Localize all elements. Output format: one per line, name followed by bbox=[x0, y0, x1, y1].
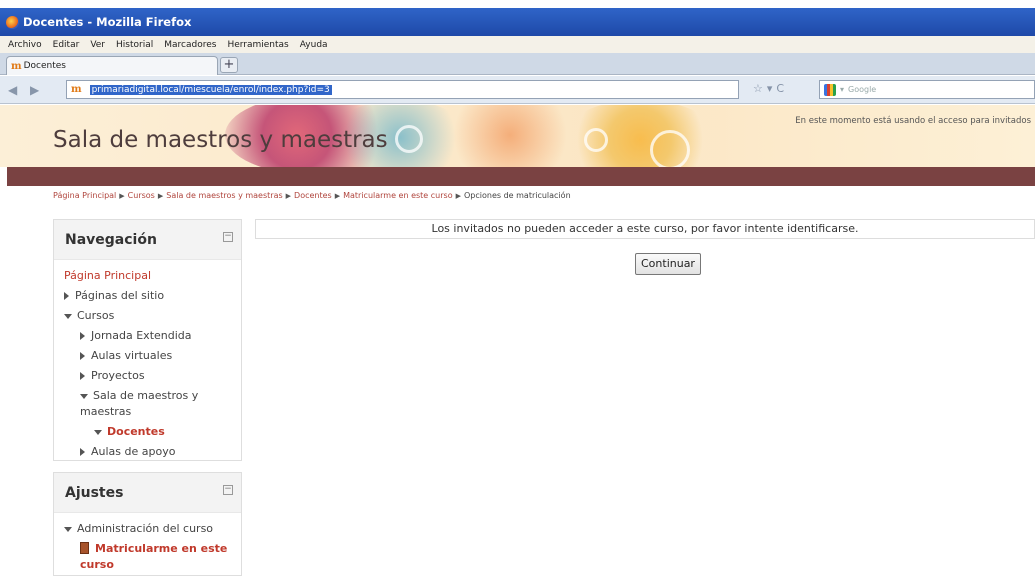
breadcrumb: Página Principal ▶ Cursos ▶ Sala de maestros… bbox=[53, 191, 571, 200]
guest-access-notice: Los invitados no pueden acceder a este c… bbox=[255, 219, 1035, 239]
menu-herramientas[interactable]: Herramientas bbox=[227, 40, 288, 50]
breadcrumb-enrol[interactable]: Matricularme en este curso bbox=[343, 191, 453, 200]
menu-bar: Archivo Editar Ver Historial Marcadores … bbox=[0, 36, 1035, 53]
collapse-block-icon[interactable]: − bbox=[223, 232, 233, 242]
breadcrumb-separator-icon: ▶ bbox=[334, 192, 341, 200]
nav-item-extended[interactable]: Jornada Extendida bbox=[64, 326, 241, 346]
nav-home-link[interactable]: Página Principal bbox=[64, 266, 241, 286]
nav-item-label: Sala de maestros y maestras bbox=[80, 389, 199, 418]
nav-item-site-pages[interactable]: Páginas del sitio bbox=[64, 286, 241, 306]
breadcrumb-teachers-room[interactable]: Sala de maestros y maestras bbox=[166, 191, 282, 200]
settings-item-course-admin[interactable]: Administración del curso bbox=[64, 519, 241, 539]
url-text: primariadigital.local/miescuela/enrol/in… bbox=[89, 84, 332, 95]
settings-tree: Administración del curso Matricularme en… bbox=[54, 513, 241, 575]
breadcrumb-separator-icon: ▶ bbox=[119, 192, 125, 200]
nav-item-teachers-room[interactable]: Sala de maestros y maestras bbox=[64, 386, 214, 422]
menu-historial[interactable]: Historial bbox=[116, 40, 153, 50]
navigation-block-header: Navegación − bbox=[54, 220, 241, 260]
expand-arrow-icon bbox=[80, 448, 85, 456]
guest-login-note: En este momento está usando el acceso pa… bbox=[795, 116, 1031, 126]
expand-arrow-icon bbox=[80, 332, 85, 340]
site-title: Sala de maestros y maestras bbox=[53, 127, 388, 153]
search-engine-dropdown-icon[interactable]: ▾ bbox=[840, 85, 844, 94]
site-identity-icon: m bbox=[71, 84, 82, 95]
breadcrumb-separator-icon: ▶ bbox=[157, 192, 164, 200]
expand-arrow-icon bbox=[64, 292, 69, 300]
breadcrumb-courses[interactable]: Cursos bbox=[128, 191, 155, 200]
expand-arrow-icon bbox=[80, 372, 85, 380]
collapse-arrow-icon bbox=[94, 429, 102, 435]
header-swirl bbox=[584, 128, 608, 152]
back-icon[interactable]: ◀ bbox=[8, 83, 17, 97]
nav-item-label: Aulas de apoyo bbox=[91, 445, 176, 458]
nav-item-label: Aulas virtuales bbox=[91, 349, 173, 362]
navigation-tree: Página Principal Páginas del sitio Curso… bbox=[54, 260, 241, 462]
header-swirl bbox=[395, 125, 423, 153]
nav-item-label: Proyectos bbox=[91, 369, 145, 382]
window-title-bar: Docentes - Mozilla Firefox bbox=[0, 8, 1035, 36]
new-tab-button[interactable]: + bbox=[220, 57, 238, 73]
expand-arrow-icon bbox=[80, 352, 85, 360]
nav-item-label: Cursos bbox=[77, 309, 115, 322]
dropdown-arrow-icon[interactable]: ▾ bbox=[767, 82, 773, 95]
tab-label: Docentes bbox=[23, 61, 66, 71]
search-input[interactable]: ▾ Google bbox=[819, 80, 1035, 99]
settings-item-label: Administración del curso bbox=[77, 522, 214, 535]
menu-ayuda[interactable]: Ayuda bbox=[300, 40, 328, 50]
breadcrumb-separator-icon: ▶ bbox=[455, 192, 461, 200]
search-placeholder: Google bbox=[848, 85, 877, 94]
settings-item-label: Matricularme en este curso bbox=[80, 542, 228, 571]
nav-item-projects[interactable]: Proyectos bbox=[64, 366, 241, 386]
breadcrumb-current: Opciones de matriculación bbox=[463, 191, 571, 200]
breadcrumb-docentes[interactable]: Docentes bbox=[294, 191, 332, 200]
settings-item-enrol-me[interactable]: Matricularme en este curso bbox=[64, 539, 234, 575]
menu-marcadores[interactable]: Marcadores bbox=[164, 40, 216, 50]
continue-button[interactable]: Continuar bbox=[635, 253, 701, 275]
header-swirl bbox=[650, 130, 690, 167]
settings-block-header: Ajustes − bbox=[54, 473, 241, 513]
menu-ver[interactable]: Ver bbox=[90, 40, 105, 50]
url-bar-actions: ☆ ▾ C bbox=[753, 82, 784, 95]
breadcrumb-home[interactable]: Página Principal bbox=[53, 191, 116, 200]
nav-item-virtual[interactable]: Aulas virtuales bbox=[64, 346, 241, 366]
tab-strip: m Docentes + bbox=[0, 53, 1035, 75]
menu-archivo[interactable]: Archivo bbox=[8, 40, 42, 50]
collapse-arrow-icon bbox=[64, 526, 72, 532]
settings-block: Ajustes − Administración del curso Matri… bbox=[53, 472, 242, 576]
tab-docentes[interactable]: m Docentes bbox=[6, 56, 218, 75]
nav-item-docentes[interactable]: Docentes bbox=[64, 422, 241, 442]
reload-icon[interactable]: C bbox=[776, 82, 784, 95]
nav-item-label: Jornada Extendida bbox=[91, 329, 192, 342]
window-title: Docentes - Mozilla Firefox bbox=[23, 15, 192, 29]
header-decoration bbox=[440, 105, 580, 167]
navigation-block-title: Navegación bbox=[65, 232, 157, 248]
menu-editar[interactable]: Editar bbox=[53, 40, 80, 50]
nav-item-label: Docentes bbox=[107, 425, 165, 438]
navigation-block: Navegación − Página Principal Páginas de… bbox=[53, 219, 242, 461]
enrol-book-icon bbox=[80, 542, 89, 554]
collapse-arrow-icon bbox=[80, 393, 88, 399]
google-search-engine-icon[interactable] bbox=[824, 83, 836, 96]
nav-item-courses[interactable]: Cursos bbox=[64, 306, 241, 326]
nav-item-support[interactable]: Aulas de apoyo bbox=[64, 442, 241, 462]
site-header-banner: Sala de maestros y maestras En este mome… bbox=[0, 105, 1035, 167]
collapse-arrow-icon bbox=[64, 313, 72, 319]
firefox-icon bbox=[6, 15, 19, 29]
header-bottom-bar bbox=[7, 167, 1035, 186]
breadcrumb-separator-icon: ▶ bbox=[285, 192, 292, 200]
forward-icon[interactable]: ▶ bbox=[30, 83, 39, 97]
collapse-block-icon[interactable]: − bbox=[223, 485, 233, 495]
nav-item-label: Páginas del sitio bbox=[75, 289, 165, 302]
settings-block-title: Ajustes bbox=[65, 485, 124, 501]
navigation-toolbar: ◀ ▶ m primariadigital.local/miescuela/en… bbox=[0, 76, 1035, 104]
moodle-favicon-icon: m bbox=[11, 60, 22, 72]
bookmark-star-icon[interactable]: ☆ bbox=[753, 82, 763, 95]
url-bar[interactable]: m primariadigital.local/miescuela/enrol/… bbox=[66, 80, 739, 99]
